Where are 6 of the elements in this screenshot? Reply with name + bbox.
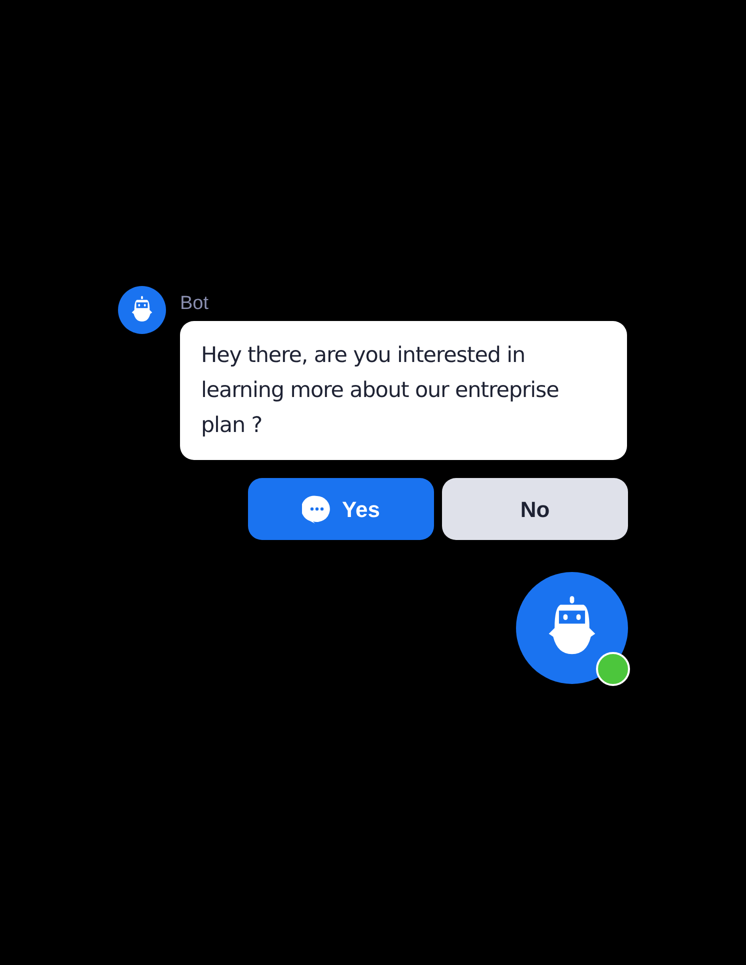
sender-name: Bot — [180, 292, 209, 316]
message-bubble: Hey there, are you interested in learning more about our entreprise plan ? — [180, 321, 627, 460]
chat-bubble-icon — [302, 494, 332, 524]
reply-button[interactable]: No — [442, 478, 628, 540]
robot-icon — [129, 296, 155, 324]
reply-button[interactable]: Yes — [248, 478, 434, 540]
